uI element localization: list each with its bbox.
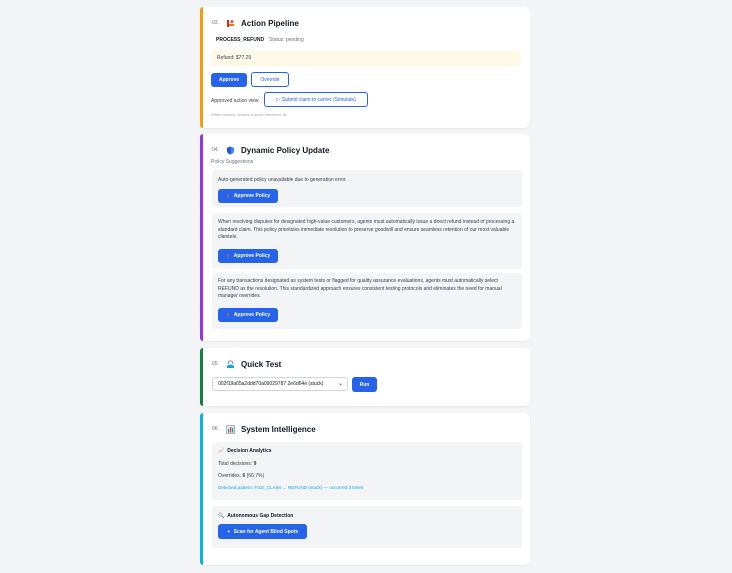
card-accent <box>200 413 203 565</box>
suggestion-text: For any transactions designated as syste… <box>218 278 502 300</box>
approve-policy-button[interactable]: 📍 Approve Policy <box>218 308 278 322</box>
chevron-down-icon: ⌄ <box>337 381 343 387</box>
override-button[interactable]: Override <box>251 72 289 87</box>
overrides-label: Overrides: <box>218 473 242 479</box>
play-icon: ▷ <box>276 96 280 103</box>
gap-heading: 🔍 Autonomous Gap Detection <box>218 513 293 519</box>
refund-banner: Refund: $77.29 <box>211 50 521 66</box>
card-title: Action Pipeline <box>241 18 299 28</box>
card-title: System Intelligence <box>241 424 316 434</box>
card-accent <box>200 7 203 128</box>
approve-policy-label: Approve Policy <box>233 312 271 318</box>
section-number: 05. <box>212 361 219 367</box>
analytics-heading: 📈 Decision Analytics <box>218 448 272 454</box>
overrides-percent: (66.7%) <box>246 473 265 479</box>
policy-update-card: 04. Dynamic Policy Update Policy Suggest… <box>200 134 530 341</box>
overrides-stat: Overrides: 6 (66.7%) <box>218 473 264 479</box>
run-button[interactable]: Run <box>352 377 377 392</box>
total-decisions: Total decisions: 9 <box>218 461 256 467</box>
suggestion-text: When resolving disputes for designated h… <box>218 219 515 241</box>
policy-subtitle: Policy Suggestions <box>211 159 254 165</box>
approve-policy-label: Approve Policy <box>233 253 271 259</box>
card-accent <box>200 348 203 406</box>
bar-chart-icon <box>226 424 235 434</box>
system-intelligence-card: 06. System Intelligence 📈 Decision Analy… <box>200 413 530 565</box>
card-header: 06. System Intelligence <box>212 423 520 435</box>
approve-policy-button[interactable]: 📍 Approve Policy <box>218 249 278 263</box>
card-header: 04. Dynamic Policy Update <box>212 144 520 156</box>
section-number: 03. <box>212 20 219 26</box>
approve-policy-button[interactable]: 📍 Approve Policy <box>218 189 278 203</box>
section-number: 04. <box>212 147 219 153</box>
policy-suggestion: Auto-generated policy unavailable due to… <box>212 170 522 207</box>
card-header: 03. Action Pipeline <box>212 17 520 29</box>
sparkle-icon: ✦ <box>226 528 231 534</box>
card-accent <box>200 134 203 341</box>
total-decisions-value: 9 <box>253 461 257 467</box>
pipeline-icon <box>226 19 235 28</box>
gap-title: Autonomous Gap Detection <box>227 513 294 519</box>
pin-icon: 📍 <box>225 193 231 199</box>
approve-policy-label: Approve Policy <box>233 193 271 199</box>
gap-detection-panel: 🔍 Autonomous Gap Detection ✦ Scan for Ag… <box>212 506 522 548</box>
suggestion-text: Auto-generated policy unavailable due to… <box>218 177 347 183</box>
overrides-value: 6 <box>242 473 246 479</box>
detected-pattern: Detected pattern: FILE_CLAIM → REFUND (s… <box>218 485 364 490</box>
refund-text: Refund: $77.29 <box>217 55 252 61</box>
test-tube-icon <box>226 360 235 369</box>
pin-icon: 📍 <box>225 253 231 259</box>
action-pipeline-card: 03. Action Pipeline PROCESS_REFUND Statu… <box>200 7 530 128</box>
analytics-title: Decision Analytics <box>227 448 272 454</box>
submit-claim-button[interactable]: ▷ Submit claim to carrier (Simulate) <box>264 92 368 107</box>
case-select[interactable]: 002f19a65a2ddd70a09029787 2e6d64e (stuck… <box>212 377 348 391</box>
scan-blind-spots-button[interactable]: ✦ Scan for Agent Blind Spots <box>218 524 307 539</box>
magnifier-icon: 🔍 <box>218 513 225 519</box>
policy-suggestion: When resolving disputes for designated h… <box>212 213 522 269</box>
approved-action-label: Approved action view <box>211 98 259 104</box>
decision-analytics-panel: 📈 Decision Analytics Total decisions: 9 … <box>212 442 522 500</box>
section-number: 06. <box>212 426 219 432</box>
case-select-value: 002f19a65a2ddd70a09029787 2e6d64e (stuck… <box>218 381 324 387</box>
card-header: 05. Quick Test <box>212 358 520 370</box>
policy-suggestion: For any transactions designated as syste… <box>212 273 522 329</box>
chart-icon: 📈 <box>218 448 225 454</box>
approve-button[interactable]: Approve <box>211 73 247 87</box>
card-title: Dynamic Policy Update <box>241 145 330 155</box>
action-name: PROCESS_REFUND <box>216 37 265 43</box>
scan-label: Scan for Agent Blind Spots <box>233 528 299 535</box>
submit-claim-label: Submit claim to carrier (Simulate) <box>281 96 356 103</box>
quick-test-card: 05. Quick Test 002f19a65a2ddd70a09029787… <box>200 348 530 406</box>
card-title: Quick Test <box>241 359 282 369</box>
status-text: Status: pending <box>269 37 304 43</box>
shield-icon <box>226 146 235 155</box>
pin-icon: 📍 <box>225 312 231 318</box>
total-decisions-label: Total decisions: <box>218 461 253 467</box>
hint-text: When clicked, returns a mock reference I… <box>211 112 288 117</box>
